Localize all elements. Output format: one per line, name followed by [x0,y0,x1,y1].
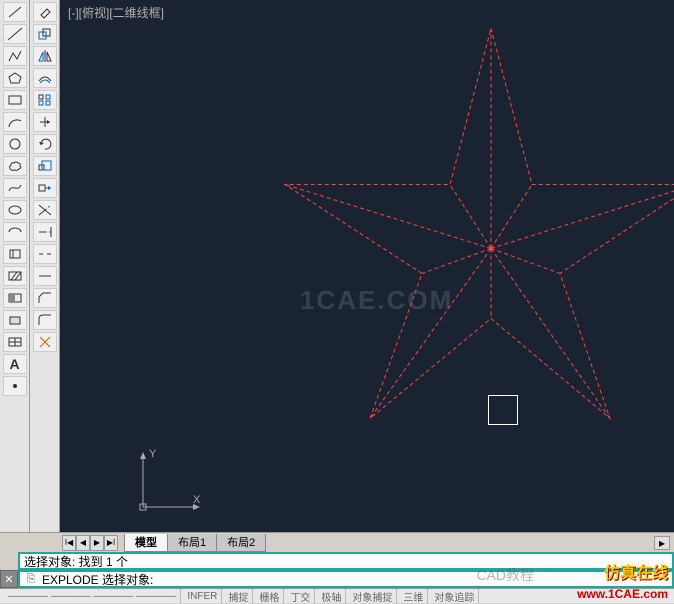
draw-toolbar: A [0,0,30,532]
arc-tool[interactable] [3,112,27,132]
offset-tool[interactable] [33,68,57,88]
erase-tool[interactable] [33,2,57,22]
drawing-viewport[interactable]: [-][俯视][二维线框] 1CAE.COM [60,0,674,532]
tab-layout2[interactable]: 布局2 [216,534,266,552]
trim-tool[interactable] [33,200,57,220]
main-area: A [-][俯视][二维线框] [0,0,674,532]
circle-tool[interactable] [3,134,27,154]
tab-scroll-right[interactable]: ▸ [654,536,670,550]
region-tool[interactable] [3,310,27,330]
command-close-button[interactable]: ✕ [0,570,18,588]
array-tool[interactable] [33,90,57,110]
status-toggle-ortho[interactable]: 丁交 [286,589,315,603]
mirror-tool[interactable] [33,46,57,66]
ucs-icon: Y X [135,447,205,517]
ucs-x-label: X [193,494,201,506]
join-tool[interactable] [33,266,57,286]
tab-nav-next[interactable]: ▶ [90,535,104,551]
text-tool[interactable]: A [3,354,27,374]
construction-line-tool[interactable] [3,24,27,44]
hatch-tool[interactable] [3,266,27,286]
watermark-text: 1CAE.COM [300,285,453,316]
revision-cloud-tool[interactable] [3,156,27,176]
modify-toolbar [30,0,60,532]
status-toggle-snap[interactable]: 捕捉 [224,589,253,603]
command-text: EXPLODE 选择对象: [42,571,153,588]
chamfer-tool[interactable] [33,288,57,308]
cursor-pickbox [488,395,518,425]
command-area: ✕ 选择对象: 找到 1 个 ⎘ EXPLODE 选择对象: [0,552,674,588]
status-bar: ———— ———— ———— ———— INFER 捕捉 栅格 丁交 极轴 对象… [0,588,674,603]
table-tool[interactable] [3,332,27,352]
status-toggle-otrack[interactable]: 对象追踪 [430,589,479,603]
status-toggle-polar[interactable]: 极轴 [317,589,346,603]
gradient-tool[interactable] [3,288,27,308]
layout-tab-strip: I◀ ◀ ▶ ▶I 模型 布局1 布局2 ▸ [0,532,674,552]
point-tool[interactable] [3,376,27,396]
ellipse-tool[interactable] [3,200,27,220]
copy-tool[interactable] [33,24,57,44]
move-tool[interactable] [33,112,57,132]
status-toggle-infer[interactable]: INFER [183,589,222,603]
command-icon: ⎘ [24,572,38,586]
overlay-brand: 仿真在线 [604,559,668,583]
status-toggle-grid[interactable]: 栅格 [255,589,284,603]
status-coords: ———— ———— ———— ———— [4,589,181,603]
command-input-line[interactable]: ⎘ EXPLODE 选择对象: [18,570,674,588]
tab-layout1[interactable]: 布局1 [167,534,217,552]
explode-tool[interactable] [33,332,57,352]
tab-nav-prev[interactable]: ◀ [76,535,90,551]
status-toggle-3d[interactable]: 三维 [399,589,428,603]
viewport-label[interactable]: [-][俯视][二维线框] [68,4,164,21]
stretch-tool[interactable] [33,178,57,198]
tab-nav-last[interactable]: ▶I [104,535,118,551]
fillet-tool[interactable] [33,310,57,330]
break-tool[interactable] [33,244,57,264]
tab-model[interactable]: 模型 [124,534,168,552]
overlay-url: www.1CAE.com [577,587,668,601]
rectangle-tool[interactable] [3,90,27,110]
scale-tool[interactable] [33,156,57,176]
command-history-line: 选择对象: 找到 1 个 [18,552,674,570]
ellipse-arc-tool[interactable] [3,222,27,242]
tab-nav-first[interactable]: I◀ [62,535,76,551]
polygon-tool[interactable] [3,68,27,88]
rotate-tool[interactable] [33,134,57,154]
polyline-tool[interactable] [3,46,27,66]
overlay-cad-text: CAD教程 [476,565,534,585]
extend-tool[interactable] [33,222,57,242]
ucs-y-label: Y [149,448,157,460]
command-history-text: 选择对象: 找到 1 个 [24,553,128,570]
insert-block-tool[interactable] [3,244,27,264]
spline-tool[interactable] [3,178,27,198]
cad-application: A [-][俯视][二维线框] [0,0,674,603]
status-toggle-osnap[interactable]: 对象捕捉 [348,589,397,603]
line-tool[interactable] [3,2,27,22]
